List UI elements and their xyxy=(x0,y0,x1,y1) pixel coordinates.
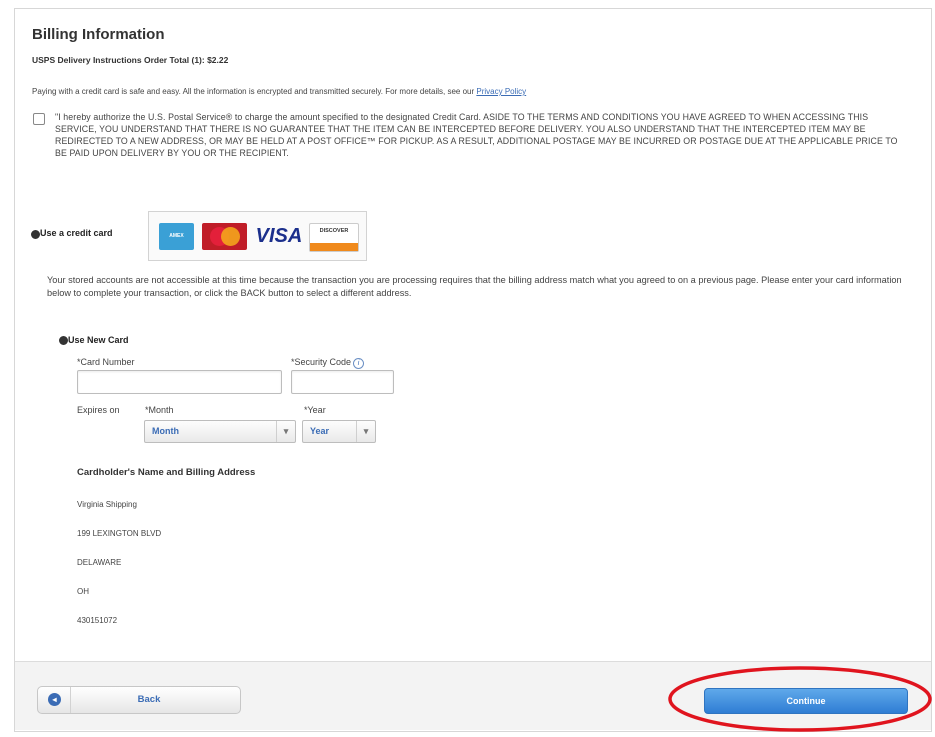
chevron-down-icon: ▾ xyxy=(356,421,375,442)
new-card-label: Use New Card xyxy=(68,335,129,345)
address-line: Virginia Shipping xyxy=(77,500,137,509)
info-icon[interactable]: i xyxy=(353,358,365,369)
authorization-text: "I hereby authorize the U.S. Postal Serv… xyxy=(55,112,898,158)
year-select[interactable]: Year ▾ xyxy=(302,420,376,443)
address-line: OH xyxy=(77,587,89,596)
authorization-checkbox[interactable] xyxy=(33,113,45,125)
address-line: 430151072 xyxy=(77,616,118,625)
billing-address-heading: Cardholder's Name and Billing Address xyxy=(77,467,256,478)
credit-card-radio[interactable] xyxy=(31,230,40,239)
security-code-label: *Security Code xyxy=(291,357,352,367)
discover-text: DISCOVER xyxy=(319,228,349,234)
address-line: DELAWARE xyxy=(77,558,122,567)
year-label: *Year xyxy=(304,405,326,415)
credit-card-label: Use a credit card xyxy=(40,228,113,238)
card-logos: AMEX VISA DISCOVER xyxy=(148,211,367,261)
security-code-label-wrap: *Security Code i xyxy=(291,357,365,369)
chevron-down-icon: ▾ xyxy=(276,421,295,442)
stored-accounts-notice: Your stored accounts are not accessible … xyxy=(47,275,902,298)
order-total: USPS Delivery Instructions Order Total (… xyxy=(32,55,229,65)
visa-logo: VISA xyxy=(255,225,303,247)
card-number-label: *Card Number xyxy=(77,357,135,367)
expires-label: Expires on xyxy=(77,405,120,415)
back-button[interactable]: ◂ Back xyxy=(37,686,241,714)
amex-logo: AMEX xyxy=(159,223,194,250)
discover-logo: DISCOVER xyxy=(309,223,359,252)
security-intro: Paying with a credit card is safe and ea… xyxy=(32,87,526,96)
card-number-input[interactable] xyxy=(77,370,282,394)
year-value: Year xyxy=(310,426,330,436)
highlight-annotation xyxy=(668,666,932,732)
new-card-radio[interactable] xyxy=(59,336,68,345)
mastercard-logo xyxy=(202,223,247,250)
intro-text: Paying with a credit card is safe and ea… xyxy=(32,87,475,96)
page-title: Billing Information xyxy=(32,26,165,43)
month-label: *Month xyxy=(145,405,174,415)
month-value: Month xyxy=(152,426,179,436)
address-line: 199 LEXINGTON BLVD xyxy=(77,529,162,538)
back-label: Back xyxy=(137,694,161,705)
month-select[interactable]: Month ▾ xyxy=(144,420,296,443)
security-code-input[interactable] xyxy=(291,370,394,394)
privacy-policy-link[interactable]: Privacy Policy xyxy=(476,87,526,96)
